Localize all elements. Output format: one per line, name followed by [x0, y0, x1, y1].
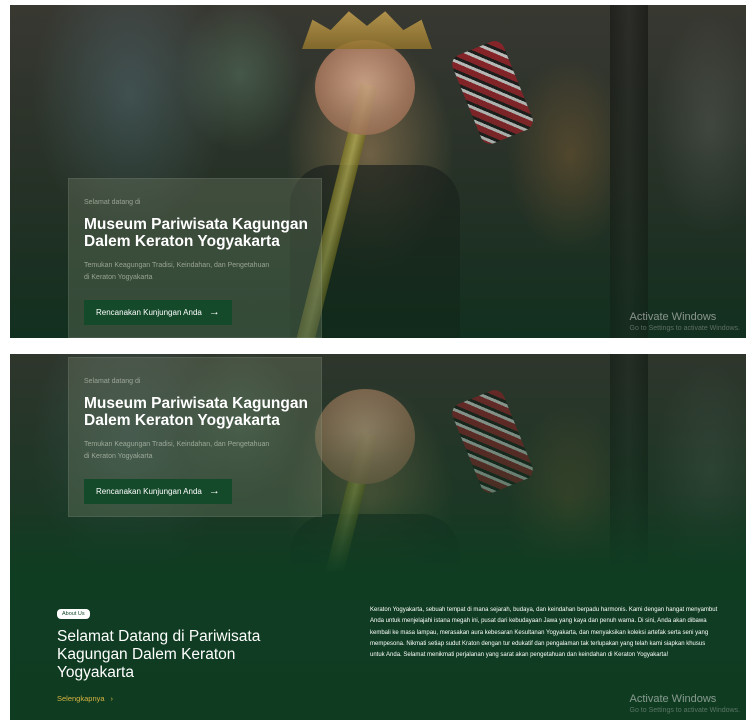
arrow-right-icon: →	[208, 485, 220, 497]
about-description: Keraton Yogyakarta, sebuah tempat di man…	[370, 607, 718, 659]
hero-eyebrow: Selamat datang di	[84, 378, 141, 385]
read-more-link[interactable]: Selengkapnya ›	[57, 694, 113, 703]
hero-section-screenshot-top: Selamat datang di Museum Pariwisata Kagu…	[10, 5, 746, 338]
watermark-title: Activate Windows	[629, 311, 717, 323]
activate-windows-watermark: Activate Windows Go to Settings to activ…	[630, 693, 741, 714]
plan-visit-button[interactable]: Rencanakan Kunjungan Anda →	[84, 300, 232, 325]
hero-subtitle: Temukan Keagungan Tradisi, Keindahan, da…	[84, 262, 270, 281]
plan-visit-label: Rencanakan Kunjungan Anda	[96, 487, 202, 496]
activate-windows-watermark: Activate Windows Go to Settings to activ…	[630, 311, 741, 332]
hero-subtitle: Temukan Keagungan Tradisi, Keindahan, da…	[84, 441, 270, 460]
hero-card: Selamat datang di Museum Pariwisata Kagu…	[68, 178, 322, 338]
about-us-badge: About Us	[57, 609, 90, 619]
watermark-subtitle: Go to Settings to activate Windows.	[629, 707, 741, 714]
hero-title: Museum Pariwisata Kagungan Dalem Keraton…	[84, 216, 308, 250]
hero-eyebrow: Selamat datang di	[84, 199, 141, 206]
hero-card: Selamat datang di Museum Pariwisata Kagu…	[68, 357, 322, 517]
chevron-right-icon: ›	[110, 694, 114, 703]
watermark-subtitle: Go to Settings to activate Windows.	[629, 325, 741, 332]
about-section-screenshot-bottom: Selamat datang di Museum Pariwisata Kagu…	[10, 354, 746, 720]
read-more-label: Selengkapnya	[57, 694, 105, 703]
about-intro: About Us Selamat Datang di Pariwisata Ka…	[57, 602, 307, 706]
about-title: Selamat Datang di Pariwisata Kagungan Da…	[57, 628, 261, 681]
watermark-title: Activate Windows	[629, 693, 717, 705]
hero-title: Museum Pariwisata Kagungan Dalem Keraton…	[84, 395, 308, 429]
arrow-right-icon: →	[208, 306, 220, 318]
plan-visit-label: Rencanakan Kunjungan Anda	[96, 308, 202, 317]
plan-visit-button[interactable]: Rencanakan Kunjungan Anda →	[84, 479, 232, 504]
